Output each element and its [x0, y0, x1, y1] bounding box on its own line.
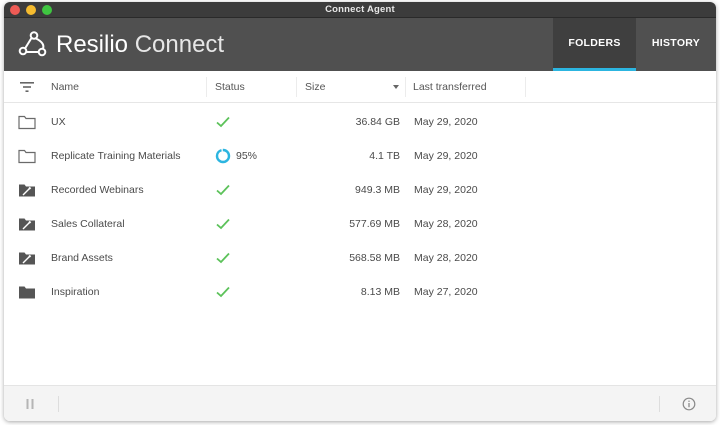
synced-check-icon — [216, 184, 230, 196]
brand-name: Resilio Connect — [56, 31, 224, 59]
column-divider — [206, 77, 207, 97]
column-header-last-transferred[interactable]: Last transferred — [413, 71, 487, 103]
folder-name: UX — [51, 116, 66, 128]
folder-row-brand-assets[interactable]: Brand Assets 568.58 MB May 28, 2020 — [4, 241, 716, 275]
folder-size: 4.1 TB — [369, 150, 400, 162]
brand-name-second: Connect — [134, 31, 225, 58]
folder-size: 36.84 GB — [355, 116, 400, 128]
folder-last-transferred: May 28, 2020 — [414, 218, 478, 230]
synced-check-icon — [216, 252, 230, 264]
window-title: Connect Agent — [325, 4, 395, 15]
title-bar: Connect Agent — [4, 2, 716, 18]
folder-last-transferred: May 27, 2020 — [414, 286, 478, 298]
folder-last-transferred: May 29, 2020 — [414, 116, 478, 128]
brand-name-first: Resilio — [56, 31, 129, 58]
sort-descending-icon[interactable] — [393, 85, 399, 89]
column-divider — [405, 77, 406, 97]
folder-name: Brand Assets — [51, 252, 113, 264]
sync-progress-label: 95% — [236, 150, 258, 162]
folder-filled-icon — [19, 286, 35, 299]
tab-folders[interactable]: FOLDERS — [553, 18, 636, 71]
folder-last-transferred: May 29, 2020 — [414, 150, 478, 162]
folder-name: Replicate Training Materials — [51, 150, 181, 162]
pause-icon[interactable] — [24, 398, 36, 410]
column-header-name[interactable]: Name — [51, 71, 79, 103]
synced-check-icon — [216, 116, 230, 128]
folder-table-header: Name Status Size Last transferred — [4, 71, 716, 103]
column-divider — [296, 77, 297, 97]
info-icon[interactable] — [682, 397, 696, 411]
folder-name: Inspiration — [51, 286, 100, 298]
folder-size: 8.13 MB — [360, 286, 400, 298]
column-header-size[interactable]: Size — [305, 71, 325, 103]
resilio-logo-icon — [18, 31, 47, 57]
folder-size: 568.58 MB — [349, 252, 400, 264]
column-header-status[interactable]: Status — [215, 71, 245, 103]
app-header: Resilio Connect FOLDERS HISTORY — [4, 18, 716, 71]
folder-row-recorded-webinars[interactable]: Recorded Webinars 949.3 MB May 29, 2020 — [4, 173, 716, 207]
folder-readonly-icon — [19, 184, 35, 197]
synced-check-icon — [216, 286, 230, 298]
folder-name: Recorded Webinars — [51, 184, 144, 196]
folder-size: 577.69 MB — [349, 218, 400, 230]
folder-last-transferred: May 28, 2020 — [414, 252, 478, 264]
folder-row-sales-collateral[interactable]: Sales Collateral 577.69 MB May 28, 2020 — [4, 207, 716, 241]
status-bar — [4, 385, 716, 421]
folder-size: 949.3 MB — [355, 184, 400, 196]
folder-readonly-icon — [19, 218, 35, 231]
status-bar-divider — [58, 396, 59, 412]
column-divider — [525, 77, 526, 97]
synced-check-icon — [216, 218, 230, 230]
sync-progress-ring-icon — [215, 148, 231, 164]
status-bar-divider — [659, 396, 660, 412]
folder-outline-icon — [18, 115, 36, 130]
folder-row-replicate-training-materials[interactable]: Replicate Training Materials 95% 4.1 TB … — [4, 139, 716, 173]
folder-row-ux[interactable]: UX 36.84 GB May 29, 2020 — [4, 105, 716, 139]
folder-last-transferred: May 29, 2020 — [414, 184, 478, 196]
folder-outline-icon — [18, 149, 36, 164]
folder-readonly-icon — [19, 252, 35, 265]
app-window: Connect Agent Resilio Connect FOLDERS HI… — [4, 2, 716, 421]
folder-row-inspiration[interactable]: Inspiration 8.13 MB May 27, 2020 — [4, 275, 716, 309]
folder-name: Sales Collateral — [51, 218, 125, 230]
filter-icon[interactable] — [20, 81, 34, 93]
tab-history[interactable]: HISTORY — [636, 18, 716, 71]
